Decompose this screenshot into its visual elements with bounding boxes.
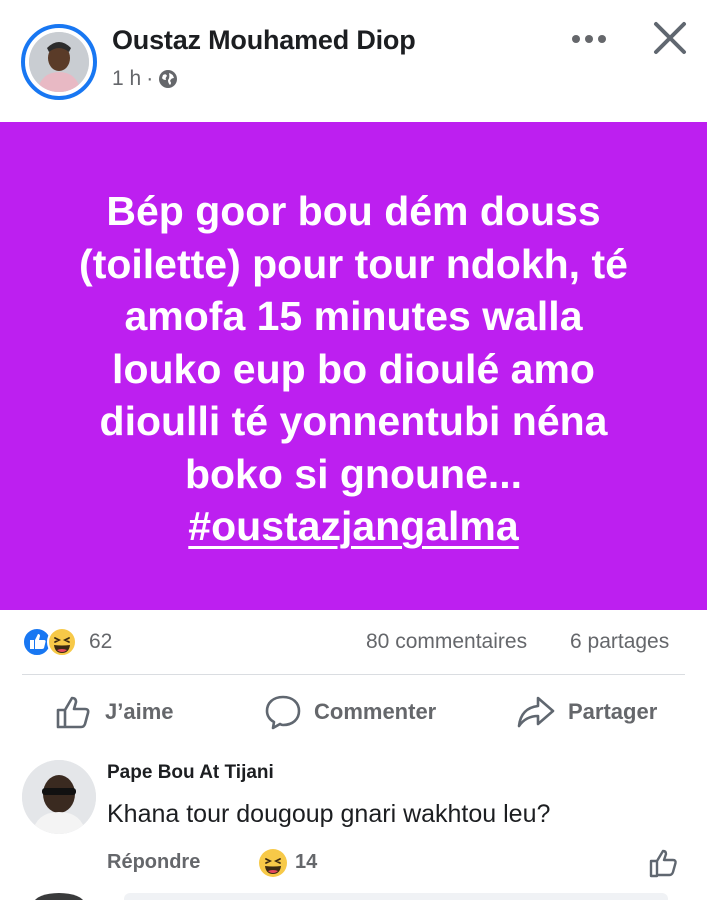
comment-button[interactable]: Commenter xyxy=(264,692,436,732)
shares-count[interactable]: 6 partages xyxy=(570,630,669,654)
thumbs-up-icon xyxy=(56,696,90,729)
divider xyxy=(22,674,685,675)
more-options-button[interactable] xyxy=(567,24,611,54)
comment-like-button[interactable] xyxy=(648,847,680,879)
share-label: Partager xyxy=(568,699,658,724)
next-comment-bubble xyxy=(124,893,668,900)
author-photo xyxy=(29,32,89,92)
author-name[interactable]: Oustaz Mouhamed Diop xyxy=(112,25,416,56)
post-line: louko eup bo dioulé amo xyxy=(112,345,595,392)
haha-icon xyxy=(47,627,77,657)
next-commenter-avatar xyxy=(34,893,84,900)
commenter-name[interactable]: Pape Bou At Tijani xyxy=(107,762,274,784)
share-icon xyxy=(517,696,555,728)
more-icon xyxy=(572,35,606,43)
post-time[interactable]: 1 h xyxy=(112,67,141,91)
reaction-count[interactable]: 62 xyxy=(89,630,112,654)
post-meta: 1 h · xyxy=(112,67,178,91)
post-text: Bép goor bou dém douss (toilette) pour t… xyxy=(44,185,664,553)
close-button[interactable] xyxy=(648,16,692,60)
post-line: boko si gnoune... xyxy=(184,450,523,497)
like-label: J’aime xyxy=(105,699,174,724)
hashtag-link[interactable]: #oustazjangalma xyxy=(188,503,518,549)
comments-count[interactable]: 80 commentaires xyxy=(366,630,527,654)
author-avatar[interactable] xyxy=(21,24,97,100)
reaction-stats: 62 80 commentaires 6 partages xyxy=(0,622,707,662)
post-line: amofa 15 minutes walla xyxy=(124,293,583,340)
post-line: dioulli té yonnentubi néna xyxy=(99,398,608,445)
reply-button[interactable]: Répondre xyxy=(107,851,200,874)
post-header: Oustaz Mouhamed Diop 1 h · xyxy=(0,0,707,120)
thumbs-up-icon xyxy=(649,849,677,878)
share-button[interactable]: Partager xyxy=(516,692,657,732)
post-banner: Bép goor bou dém douss (toilette) pour t… xyxy=(0,122,707,610)
comment-label: Commenter xyxy=(314,699,437,724)
globe-icon xyxy=(158,69,178,89)
like-icon xyxy=(22,627,52,657)
reaction-icons[interactable] xyxy=(22,626,84,658)
commenter-avatar[interactable] xyxy=(22,760,96,834)
post-line: Bép goor bou dém douss xyxy=(106,188,601,235)
comment-reaction-count[interactable]: 14 xyxy=(295,851,317,874)
post-line: (toilette) pour tour ndokh, té xyxy=(79,240,628,287)
meta-separator: · xyxy=(146,67,154,90)
comment-text: Khana tour dougoup gnari wakhtou leu? xyxy=(107,800,551,828)
comment-icon xyxy=(265,695,301,730)
haha-icon[interactable] xyxy=(257,847,289,879)
like-button[interactable]: J’aime xyxy=(55,692,174,732)
close-icon xyxy=(654,22,686,54)
